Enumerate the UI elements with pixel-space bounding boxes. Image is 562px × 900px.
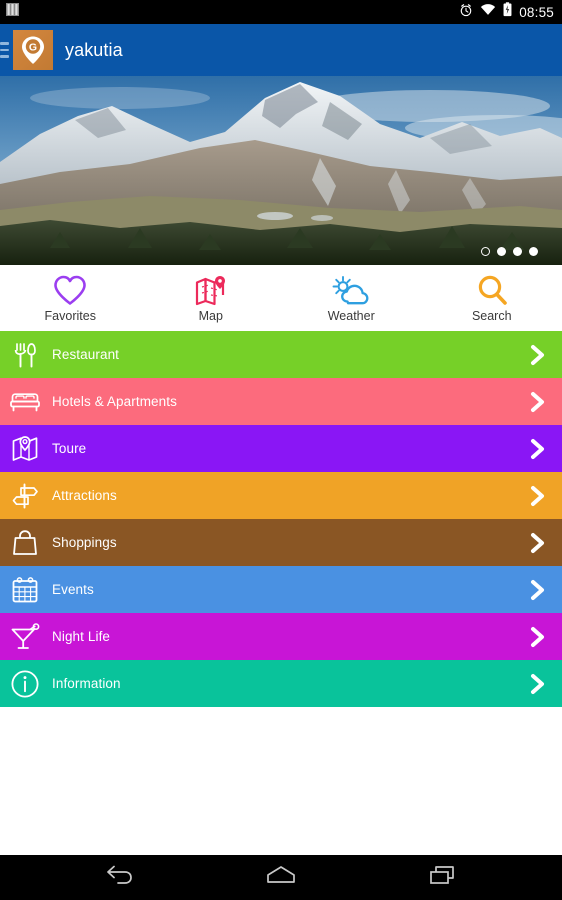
category-row-restaurant[interactable]: Restaurant (0, 331, 562, 378)
category-row-information[interactable]: Information (0, 660, 562, 707)
chevron-right-icon (528, 673, 548, 695)
cutlery-icon (8, 338, 42, 372)
back-button[interactable] (97, 861, 141, 895)
chevron-right-icon (528, 485, 548, 507)
chevron-right-icon (528, 579, 548, 601)
svg-text:G: G (29, 42, 37, 54)
hamburger-menu-icon[interactable] (0, 42, 9, 58)
category-label: Toure (52, 441, 87, 456)
page-title: yakutia (65, 39, 123, 60)
map-pin-icon (194, 273, 228, 307)
quick-action-map[interactable]: Map (141, 265, 282, 331)
status-bar-right: 08:55 (459, 2, 554, 22)
home-button[interactable] (259, 861, 303, 895)
map-pin-g-logo-icon: G (22, 36, 44, 64)
signpost-icon (8, 479, 42, 513)
carousel-dot[interactable] (481, 247, 490, 256)
quick-action-label: Weather (327, 309, 375, 323)
search-icon (475, 273, 509, 307)
category-label: Night Life (52, 629, 111, 644)
quick-action-search[interactable]: Search (422, 265, 562, 331)
recents-button[interactable] (421, 861, 465, 895)
category-row-hotels[interactable]: Hotels & Apartments (0, 378, 562, 425)
category-label: Attractions (52, 488, 117, 503)
hero-carousel[interactable] (0, 76, 562, 265)
calendar-icon (8, 573, 42, 607)
status-bar: 08:55 (0, 0, 562, 24)
app-bar: G yakutia (0, 24, 562, 76)
chevron-right-icon (528, 532, 548, 554)
quick-action-favorites[interactable]: Favorites (0, 265, 141, 331)
category-label: Shoppings (52, 535, 117, 550)
chevron-right-icon (528, 438, 548, 460)
quick-action-label: Search (471, 309, 512, 323)
status-bar-left (6, 2, 19, 22)
hero-image (0, 76, 562, 265)
category-label: Restaurant (52, 347, 120, 362)
chevron-right-icon (528, 391, 548, 413)
quick-action-label: Map (198, 309, 223, 323)
carousel-dot[interactable] (513, 247, 522, 256)
signal-bars-icon (6, 2, 19, 22)
wifi-icon (480, 3, 496, 21)
quick-actions-bar: Favorites Map Weather Search (0, 265, 562, 331)
heart-icon (53, 273, 87, 307)
recents-icon (428, 864, 458, 891)
chevron-right-icon (528, 626, 548, 648)
shopping-bag-icon (8, 526, 42, 560)
quick-action-weather[interactable]: Weather (281, 265, 422, 331)
category-label: Information (52, 676, 121, 691)
status-bar-clock: 08:55 (519, 4, 554, 20)
carousel-dot[interactable] (529, 247, 538, 256)
carousel-dots[interactable] (481, 247, 538, 256)
info-circle-icon (8, 667, 42, 701)
carousel-dot[interactable] (497, 247, 506, 256)
back-icon (104, 864, 134, 891)
category-row-events[interactable]: Events (0, 566, 562, 613)
chevron-right-icon (528, 344, 548, 366)
category-row-shoppings[interactable]: Shoppings (0, 519, 562, 566)
content-filler (0, 707, 562, 857)
category-row-toure[interactable]: Toure (0, 425, 562, 472)
map-pin-icon (8, 432, 42, 466)
home-icon (265, 864, 297, 891)
category-row-attractions[interactable]: Attractions (0, 472, 562, 519)
battery-charging-icon (503, 2, 512, 22)
bed-icon (8, 385, 42, 419)
alarm-clock-icon (459, 3, 473, 22)
sun-cloud-icon (332, 273, 370, 307)
category-list: Restaurant Hotels & Apartments Toure Att… (0, 331, 562, 707)
cocktail-icon (8, 620, 42, 654)
quick-action-label: Favorites (44, 309, 96, 323)
category-label: Events (52, 582, 94, 597)
category-row-night-life[interactable]: Night Life (0, 613, 562, 660)
app-root: 08:55 G yakutia Favorites Map Weather Se… (0, 0, 562, 900)
android-nav-bar (0, 855, 562, 900)
category-label: Hotels & Apartments (52, 394, 177, 409)
app-logo[interactable]: G (13, 30, 53, 70)
